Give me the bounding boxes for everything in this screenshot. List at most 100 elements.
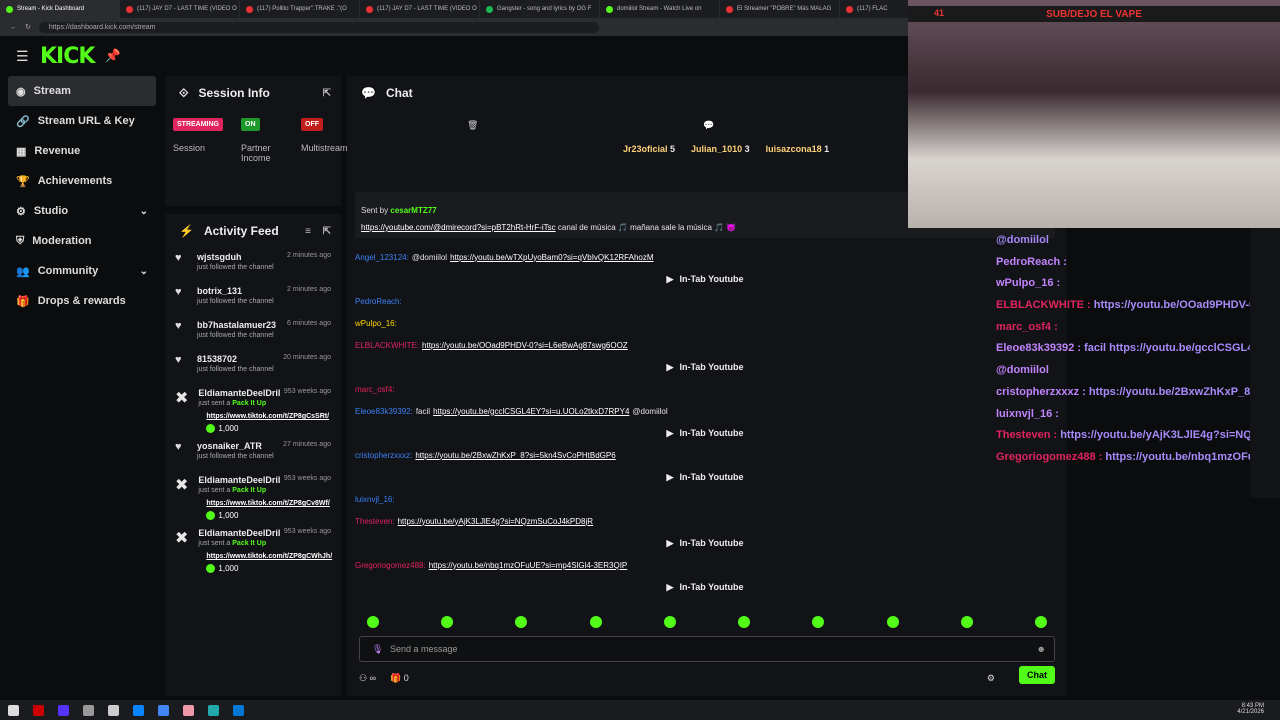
reward-link[interactable]: https://www.tiktok.com/t/ZP8gCWhJh/ [206,553,336,560]
pinned-link[interactable]: https://youtube.com/@dmirecord?si=pBT2hR… [361,223,556,232]
youtube-embed[interactable]: ▶ In-Tab Youtube [355,466,1055,488]
sidebar-item-studio[interactable]: ⚙ Studio ⌄ [0,196,160,226]
reload-icon[interactable]: ↻ [25,23,31,31]
youtube-embed[interactable]: ▶ In-Tab Youtube [355,356,1055,378]
top-gifter[interactable]: luisazcona18 1 [766,144,830,154]
chat-send-button[interactable]: Chat [1019,666,1055,684]
overlay-line: luixnvjl_16 : [996,408,1280,430]
emote-icon[interactable] [738,616,751,628]
chat-input[interactable]: 🎙 Send a message ☻ [359,636,1055,662]
browser-tab[interactable]: Stream - Kick Dashboard [0,0,120,18]
activity-user[interactable]: wjstsgduh [197,252,274,262]
heart-icon: ♥ [175,252,182,264]
url-field[interactable]: https://dashboard.kick.com/stream [38,21,599,33]
chat-username[interactable]: PedroReach: [355,297,402,306]
emote-icon[interactable] [367,616,379,628]
taskbar-app-icon[interactable] [158,704,169,716]
sidebar-item-moderation[interactable]: ⛨ Moderation [0,226,160,256]
session-status: OFF Multistream [301,118,348,163]
chat-mention: @domiilol [632,406,668,416]
chat-username[interactable]: wPulpo_16: [355,319,397,328]
chat-username[interactable]: Eleoe83k39392: [355,407,413,416]
taskbar-app-icon[interactable] [33,704,44,716]
chat-link[interactable]: https://youtu.be/wTXpUyoBam0?si=qVbIvQK1… [450,253,653,262]
chat-link[interactable]: https://youtu.be/nbq1mzOFuUE?si=mp4SlGl4… [429,561,628,570]
popout-icon[interactable]: ⇱ [323,226,331,237]
chat-username[interactable]: ELBLACKWHITE: [355,341,419,350]
amount-value: 1,000 [218,564,239,573]
taskbar-app-icon[interactable] [133,704,144,716]
emote-icon[interactable] [886,616,899,628]
chat-link[interactable]: https://youtu.be/OOad9PHDV-0?si=L6eBwAg8… [422,341,628,350]
pinned-sender[interactable]: cesarMTZ77 [390,206,436,215]
chevron-down-icon[interactable]: ⌄ [140,206,148,217]
sidebar-item-stream-url-key[interactable]: 🔗 Stream URL & Key [0,106,160,136]
emoji-icon[interactable]: ☻ [1037,644,1046,654]
youtube-embed[interactable]: ▶ In-Tab Youtube [355,268,1055,290]
activity-user[interactable]: bb7hastalamuer23 [197,320,276,330]
tab-label: (117) Pollito Trapper".TRAKE ."(O [257,6,347,12]
browser-tab[interactable]: (117) Pollito Trapper".TRAKE ."(O [240,0,360,18]
reward-link[interactable]: https://www.tiktok.com/t/ZP8gCv8Wf/ [206,500,336,507]
browser-tab[interactable]: El Streamer "POBRE" Más MALAG [720,0,840,18]
back-icon[interactable]: ← [10,24,17,31]
browser-tab[interactable]: Gangster - song and lyrics by OG F [480,0,600,18]
taskbar-app-icon[interactable] [8,704,19,716]
amount-value: 1,000 [218,424,239,433]
taskbar-app-icon[interactable] [83,704,94,716]
chat-bubble-icon[interactable]: 💬 [703,120,714,131]
sidebar-item-community[interactable]: 👥 Community ⌄ [0,256,160,286]
popout-icon[interactable]: ⇱ [323,88,331,99]
chevron-down-icon[interactable]: ⌄ [140,266,148,277]
menu-icon[interactable]: ☰ [16,48,30,65]
emote-icon[interactable] [441,616,454,628]
sidebar-item-revenue[interactable]: ▦ Revenue [0,136,160,166]
sidebar-item-stream[interactable]: ◉ Stream [8,76,156,106]
filter-icon[interactable]: ≡ [305,226,311,237]
mic-icon[interactable]: 🎙 [372,644,383,655]
emote-icon[interactable] [812,616,825,628]
browser-tab[interactable]: domiilol Stream - Watch Live on [600,0,720,18]
activity-user[interactable]: yosnaiker_ATR [197,441,274,451]
kick-logo[interactable]: KICK [40,44,95,69]
trash-icon[interactable]: 🗑 [467,120,478,131]
chat-username[interactable]: marc_osf4: [355,385,395,394]
youtube-embed[interactable]: ▶ In-Tab Youtube [355,422,1055,444]
taskbar-app-icon[interactable] [233,704,244,716]
chat-username[interactable]: Angel_123124: [355,253,409,262]
overlay-line: Gregoriogomez488 : https://youtu.be/nbq1… [996,451,1280,473]
sidebar-item-label: Community [37,265,99,277]
browser-tab[interactable]: (117) JAY D7 - LAST TIME (VIDEO O [360,0,480,18]
taskbar-app-icon[interactable] [108,704,119,716]
chat-link[interactable]: https://youtu.be/2BxwZhKxP_8?si=5kn4SvCo… [415,451,615,460]
emote-icon[interactable] [960,616,973,628]
emote-icon[interactable] [1034,616,1047,628]
emote-icon[interactable] [663,616,676,628]
chat-username[interactable]: luixnvjl_16: [355,495,395,504]
emote-icon[interactable] [589,616,602,628]
sidebar-item-achievements[interactable]: 🏆 Achievements [0,166,160,196]
top-gifter[interactable]: Jr23oficial 5 [623,144,675,154]
chat-username[interactable]: Thesteven: [355,517,395,526]
youtube-embed[interactable]: ▶ In-Tab Youtube [355,532,1055,554]
chat-link[interactable]: https://youtu.be/gcclCSGL4EY?si=u.UOLo2t… [433,407,629,416]
chat-username[interactable]: cristopherzxxxz: [355,451,412,460]
emote-icon[interactable] [515,616,528,628]
youtube-label: In-Tab Youtube [679,362,744,372]
overlay-user: @domiilol [996,234,1049,246]
sidebar-item-drops-rewards[interactable]: 🎁 Drops & rewards [0,286,160,316]
settings-icon[interactable]: ⚙ [987,673,995,684]
viewers-icon[interactable]: ⚇ ∞ [359,673,376,684]
youtube-embed[interactable]: ▶ In-Tab Youtube [355,576,1055,598]
taskbar-app-icon[interactable] [58,704,69,716]
taskbar-app-icon[interactable] [183,704,194,716]
chat-link[interactable]: https://youtu.be/yAjK3LJlE4g?si=NQzmSuCo… [398,517,593,526]
pin-icon[interactable]: 📌 [104,48,120,64]
top-gifter[interactable]: Julian_1010 3 [691,144,750,154]
activity-user[interactable]: 81538702 [197,354,274,364]
reward-link[interactable]: https://www.tiktok.com/t/ZP8gCsSRt/ [206,413,336,420]
taskbar-app-icon[interactable] [208,704,219,716]
browser-tab[interactable]: (117) JAY D7 - LAST TIME (VIDEO O [120,0,240,18]
activity-user[interactable]: botrix_131 [197,286,274,296]
chat-username[interactable]: Gregoriogomez488: [355,561,426,570]
